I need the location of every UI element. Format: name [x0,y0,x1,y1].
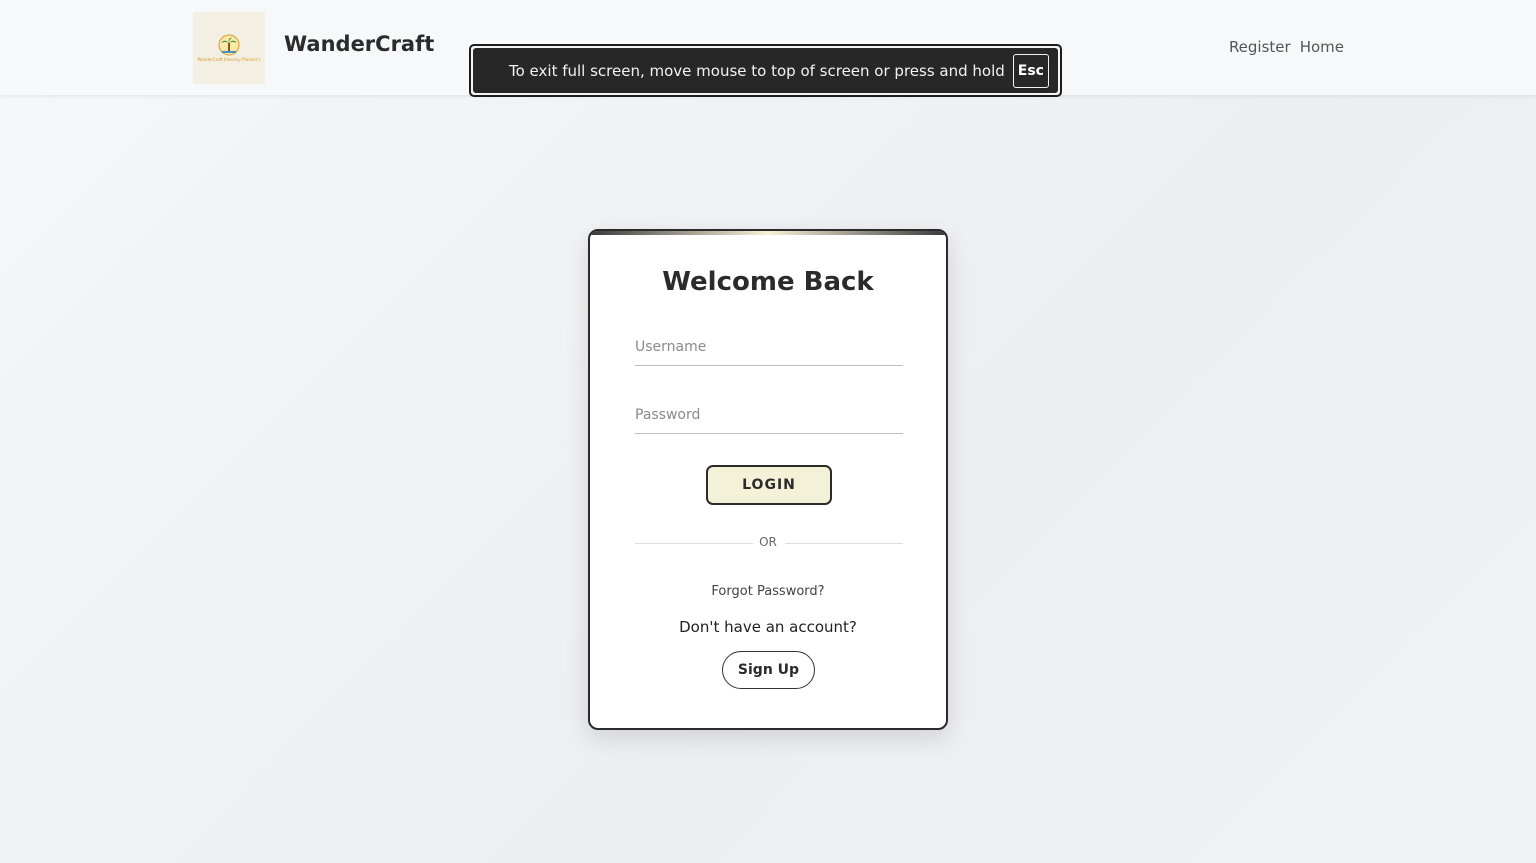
username-input[interactable] [635,329,903,366]
signup-button[interactable]: Sign Up [722,651,815,689]
nav-links: Register Home [1229,38,1344,56]
login-button[interactable]: LOGIN [706,465,832,505]
fullscreen-notice-text: To exit full screen, move mouse to top o… [509,61,1005,80]
fullscreen-exit-notice: To exit full screen, move mouse to top o… [469,44,1062,97]
login-card: Welcome Back LOGIN OR Forgot Password? D… [588,229,948,730]
logo-caption: WanderCraft Itinerary Planner's [197,57,261,62]
fullscreen-notice-body: To exit full screen, move mouse to top o… [473,48,1058,93]
nav-register-link[interactable]: Register [1229,38,1291,56]
or-divider: OR [759,535,777,549]
brand-logo[interactable]: WanderCraft Itinerary Planner's [193,12,265,84]
card-accent-bar [590,231,946,235]
brand-name[interactable]: WanderCraft [284,32,434,56]
forgot-password-link[interactable]: Forgot Password? [590,584,946,599]
login-title: Welcome Back [662,267,874,297]
esc-key-badge: Esc [1012,53,1049,88]
nav-home-link[interactable]: Home [1300,38,1344,56]
no-account-text: Don't have an account? [679,618,857,636]
palm-tree-icon [218,34,240,56]
password-input[interactable] [635,397,903,434]
